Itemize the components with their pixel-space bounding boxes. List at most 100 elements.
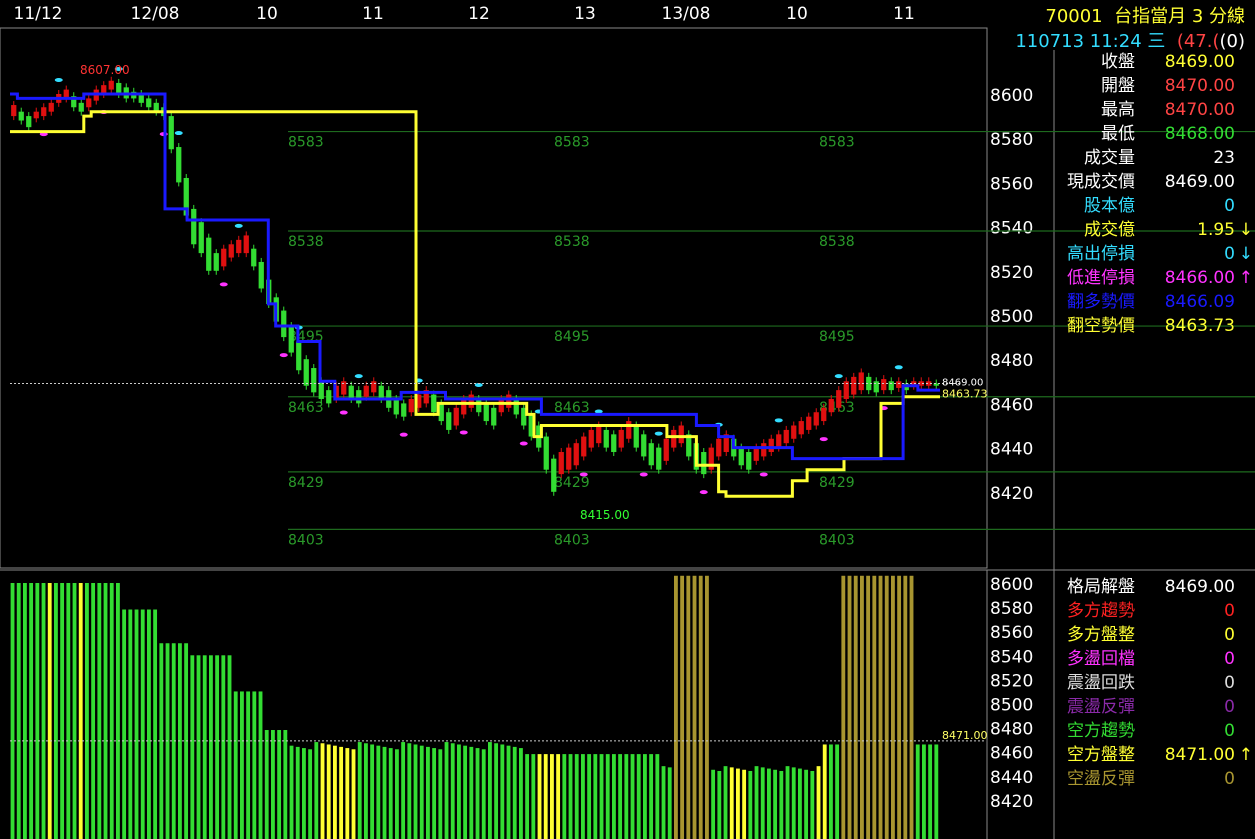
stop-high-marker <box>894 365 903 370</box>
panel-label: 多盪回檔 <box>1067 649 1135 669</box>
pattern-bar <box>754 766 759 839</box>
pattern-bar <box>469 746 474 839</box>
pattern-bar <box>742 769 747 839</box>
pattern-bar <box>736 768 740 839</box>
pattern-bar <box>283 730 288 839</box>
pattern-bar <box>674 575 678 839</box>
pattern-bar <box>587 754 592 839</box>
level-label: 8538 <box>288 234 324 250</box>
candle-body <box>41 107 47 117</box>
pattern-bar <box>314 742 319 839</box>
panel-value: 0 <box>1224 196 1235 216</box>
pattern-bar <box>785 766 790 839</box>
pattern-bar <box>729 767 734 839</box>
candle-body <box>581 436 587 457</box>
stop-high-marker <box>654 431 663 436</box>
candle-body <box>851 376 857 395</box>
pattern-bar <box>643 754 647 839</box>
pattern-bar <box>190 655 195 839</box>
pattern-bar <box>680 575 685 839</box>
level-label: 8495 <box>554 329 590 345</box>
pattern-bar <box>481 749 486 839</box>
pattern-bar <box>271 730 275 839</box>
candle-body <box>206 237 212 271</box>
pattern-bar <box>122 609 127 839</box>
panel-value: 0 <box>1224 625 1235 645</box>
x-tick-label: 11/12 <box>14 4 63 24</box>
candle-body <box>746 452 752 470</box>
change-tail: (0) <box>1219 31 1246 52</box>
y-tick-label: 8460 <box>990 395 1033 415</box>
panel-value: 0 <box>1224 697 1235 717</box>
pattern-bar <box>525 754 530 839</box>
pattern-bar <box>457 744 461 839</box>
panel-label: 股本億 <box>1084 196 1135 216</box>
pattern-bar <box>240 691 244 839</box>
pattern-bar <box>767 768 771 839</box>
pattern-bar <box>333 745 337 839</box>
y-tick-label: 8600 <box>990 86 1033 106</box>
candle-body <box>701 452 707 475</box>
pattern-bar <box>810 770 815 839</box>
candle-body <box>176 147 182 183</box>
pattern-bar <box>258 691 263 839</box>
panel-label: 空盪反彈 <box>1067 769 1135 789</box>
pattern-bar <box>928 744 933 839</box>
pattern-bar <box>345 748 350 839</box>
level-label: 8495 <box>819 329 855 345</box>
candle-body <box>881 379 887 391</box>
panel-row: 格局解盤 8469.00 <box>1055 575 1245 599</box>
candle-body <box>798 421 804 435</box>
pattern-bar <box>574 754 579 839</box>
stop-low-marker <box>399 432 408 437</box>
stop-high-marker <box>354 374 363 379</box>
pattern-bar <box>35 583 40 839</box>
bear-trend-line <box>10 110 940 498</box>
level-label: 8538 <box>819 234 855 250</box>
pattern-bar <box>395 749 399 839</box>
panel-row: 開盤 8470.00 <box>1055 74 1245 98</box>
panel-row: 低進停損 8466.00 ↑ <box>1055 266 1253 290</box>
pattern-bar <box>891 575 895 839</box>
panel-label: 多方盤整 <box>1067 625 1135 645</box>
pattern-bar <box>494 743 499 839</box>
panel-label: 多方趨勢 <box>1067 601 1135 621</box>
pattern-bar <box>618 754 623 839</box>
candle-body <box>168 116 174 150</box>
pattern-bar <box>748 770 753 839</box>
pattern-bar <box>853 575 858 839</box>
candle-body <box>498 398 504 413</box>
pattern-bar <box>822 744 827 839</box>
sub-y-tick-label: 8440 <box>990 768 1033 788</box>
pattern-bar <box>897 575 902 839</box>
candle-body <box>371 381 377 393</box>
pattern-bar <box>215 655 220 839</box>
candle-body <box>716 438 722 457</box>
level-label: 8403 <box>288 532 324 548</box>
candle-body <box>858 372 864 391</box>
candle-body <box>236 239 242 254</box>
pattern-bar <box>302 748 306 839</box>
panel-row: 震盪反彈 0 <box>1055 695 1245 719</box>
pattern-bar <box>413 744 418 839</box>
candle-body <box>78 102 84 112</box>
panel-value: 0 <box>1224 601 1235 621</box>
candle-body <box>506 394 512 408</box>
candle-body <box>783 429 789 444</box>
sub-y-tick-label: 8540 <box>990 647 1033 667</box>
symbol-title: 70001 台指當月 3 分線 <box>1030 2 1245 28</box>
level-label: 8403 <box>554 532 590 548</box>
pattern-bar <box>866 575 871 839</box>
panel-value: 8463.73 <box>1164 316 1235 336</box>
pattern-bar <box>29 583 34 839</box>
pattern-bar <box>624 754 629 839</box>
y-tick-label: 8500 <box>990 307 1033 327</box>
panel-row: 多方盤整 0 <box>1055 623 1245 647</box>
pattern-bar <box>10 583 15 839</box>
panel-value: 23 <box>1213 148 1235 168</box>
panel-label: 震盪回跌 <box>1067 673 1135 693</box>
pattern-bar <box>370 744 375 839</box>
datetime: 110713 11:24 三 <box>1015 31 1166 52</box>
candle-body <box>33 111 39 119</box>
stop-low-marker <box>639 472 648 477</box>
